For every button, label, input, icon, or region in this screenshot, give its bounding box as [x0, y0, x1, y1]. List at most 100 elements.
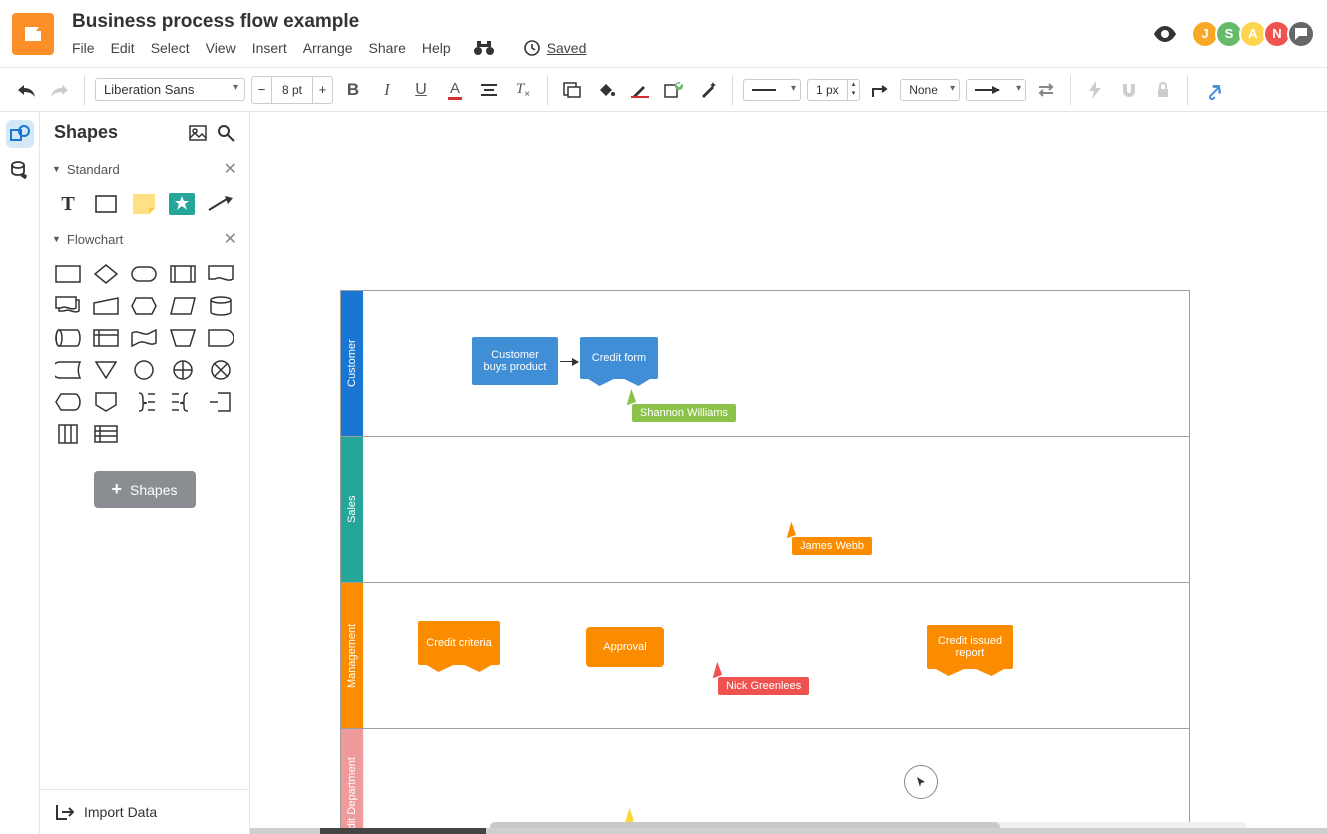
- menu-insert[interactable]: Insert: [252, 40, 287, 56]
- fc-swimlane-h[interactable]: [92, 423, 120, 445]
- line-width-value[interactable]: 1 px: [808, 80, 847, 100]
- magnet-button[interactable]: [1115, 76, 1143, 104]
- rail-data-button[interactable]: [6, 156, 34, 184]
- line-width-up[interactable]: ▴: [848, 80, 860, 89]
- node-approval[interactable]: Approval: [586, 627, 664, 667]
- note-shape[interactable]: [130, 193, 158, 215]
- page-tabs-bar[interactable]: [250, 828, 1327, 834]
- swimlanes[interactable]: Customer Customer buys product Credit fo…: [340, 290, 1190, 834]
- node-credit-criteria[interactable]: Credit criteria: [418, 621, 500, 665]
- arrow-shape[interactable]: [206, 193, 234, 215]
- line-routing-button[interactable]: [866, 76, 894, 104]
- undo-button[interactable]: [12, 76, 40, 104]
- font-size-value[interactable]: 8 pt: [272, 77, 312, 103]
- fc-manual-input[interactable]: [92, 295, 120, 317]
- fc-brace-open[interactable]: [169, 391, 197, 413]
- fc-or[interactable]: [169, 359, 197, 381]
- fc-merge[interactable]: [92, 359, 120, 381]
- fc-delay[interactable]: [207, 327, 235, 349]
- lane-customer-header[interactable]: Customer: [341, 291, 363, 436]
- document-title[interactable]: Business process flow example: [72, 11, 1153, 33]
- app-logo[interactable]: [12, 13, 54, 55]
- node-credit-form[interactable]: Credit form: [580, 337, 658, 379]
- lane-credit-header[interactable]: Credit Department: [341, 729, 363, 834]
- menu-select[interactable]: Select: [151, 40, 190, 56]
- font-size-decrease[interactable]: −: [252, 77, 272, 103]
- fc-preparation[interactable]: [130, 295, 158, 317]
- text-color-button[interactable]: A: [441, 76, 469, 104]
- menu-share[interactable]: Share: [369, 40, 406, 56]
- fc-document[interactable]: [207, 263, 235, 285]
- fc-swimlane-v[interactable]: [54, 423, 82, 445]
- node-customer-buys[interactable]: Customer buys product: [472, 337, 558, 385]
- rect-shape[interactable]: [92, 193, 120, 215]
- fc-predefined[interactable]: [169, 263, 197, 285]
- line-width-down[interactable]: ▾: [848, 89, 860, 98]
- fc-database[interactable]: [207, 295, 235, 317]
- menu-help[interactable]: Help: [422, 40, 451, 56]
- page[interactable]: Customer Customer buys product Credit fo…: [274, 112, 1208, 834]
- lock-button[interactable]: [1149, 76, 1177, 104]
- menu-file[interactable]: File: [72, 40, 95, 56]
- underline-button[interactable]: U: [407, 76, 435, 104]
- fc-display[interactable]: [54, 391, 82, 413]
- fc-terminator[interactable]: [130, 263, 158, 285]
- fc-multidoc[interactable]: [54, 295, 82, 317]
- eye-icon[interactable]: [1153, 26, 1177, 42]
- category-flowchart[interactable]: ▼ Flowchart ✕: [40, 223, 249, 255]
- fc-manual-op[interactable]: [169, 327, 197, 349]
- clear-format-button[interactable]: T×: [509, 76, 537, 104]
- line-style-select[interactable]: [743, 79, 801, 101]
- search-icon[interactable]: [217, 124, 235, 142]
- settings-button[interactable]: [1198, 76, 1226, 104]
- swap-ends-button[interactable]: [1032, 76, 1060, 104]
- font-size-increase[interactable]: +: [312, 77, 332, 103]
- selected-connector[interactable]: [904, 765, 938, 799]
- menu-edit[interactable]: Edit: [111, 40, 135, 56]
- binoculars-icon[interactable]: [473, 40, 495, 56]
- text-shape[interactable]: T: [54, 193, 82, 215]
- lane-sales-header[interactable]: Sales: [341, 437, 363, 582]
- font-select[interactable]: Liberation Sans: [95, 78, 245, 101]
- line-start-select[interactable]: None: [900, 79, 960, 101]
- fc-direct[interactable]: [54, 327, 82, 349]
- bucket-button[interactable]: [592, 76, 620, 104]
- bold-button[interactable]: B: [339, 76, 367, 104]
- fc-brace-close[interactable]: [130, 391, 158, 413]
- fc-decision[interactable]: [92, 263, 120, 285]
- import-data-button[interactable]: Import Data: [40, 789, 249, 834]
- menu-view[interactable]: View: [206, 40, 236, 56]
- close-icon[interactable]: ✕: [224, 229, 237, 249]
- magic-button[interactable]: [694, 76, 722, 104]
- shape-style-button[interactable]: [660, 76, 688, 104]
- fc-offpage[interactable]: [92, 391, 120, 413]
- line-end-select[interactable]: [966, 79, 1026, 101]
- page-tab-active[interactable]: [320, 828, 486, 834]
- fc-internal[interactable]: [92, 327, 120, 349]
- saved-status[interactable]: Saved: [547, 40, 587, 56]
- flash-button[interactable]: [1081, 76, 1109, 104]
- add-shapes-button[interactable]: + Shapes: [94, 471, 196, 508]
- rail-shapes-button[interactable]: [6, 120, 34, 148]
- fc-note-right[interactable]: [207, 391, 235, 413]
- fill-button[interactable]: [558, 76, 586, 104]
- image-icon[interactable]: [189, 125, 207, 141]
- fc-connector[interactable]: [130, 359, 158, 381]
- chat-icon[interactable]: [1287, 20, 1315, 48]
- hub-shape[interactable]: [168, 193, 196, 215]
- fc-paper-tape[interactable]: [130, 327, 158, 349]
- italic-button[interactable]: I: [373, 76, 401, 104]
- border-color-button[interactable]: [626, 76, 654, 104]
- redo-button[interactable]: [46, 76, 74, 104]
- fc-stored[interactable]: [54, 359, 82, 381]
- fc-data[interactable]: [169, 295, 197, 317]
- fc-process[interactable]: [54, 263, 82, 285]
- lane-management-header[interactable]: Management: [341, 583, 363, 728]
- fc-summing[interactable]: [207, 359, 235, 381]
- align-button[interactable]: [475, 76, 503, 104]
- canvas[interactable]: Customer Customer buys product Credit fo…: [250, 112, 1327, 834]
- node-credit-report[interactable]: Credit issued report: [927, 625, 1013, 669]
- menu-arrange[interactable]: Arrange: [303, 40, 353, 56]
- category-standard[interactable]: ▼ Standard ✕: [40, 153, 249, 185]
- close-icon[interactable]: ✕: [224, 159, 237, 179]
